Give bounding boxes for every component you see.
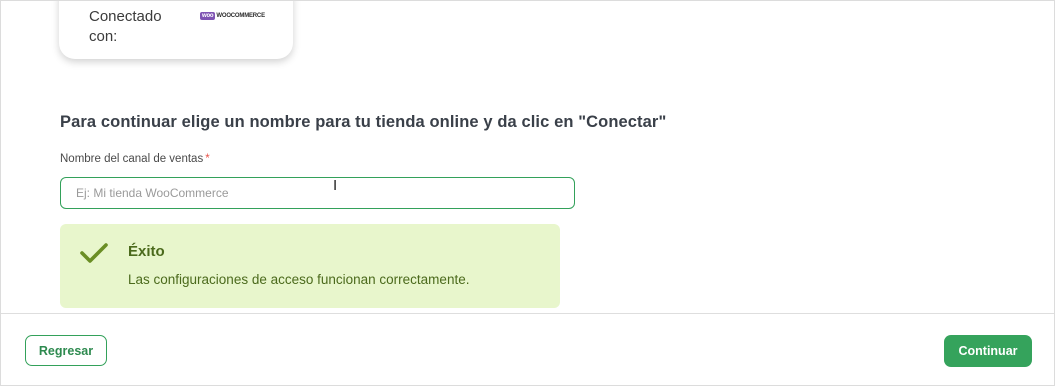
connection-card: Conectado con: woo WOOCOMMERCE	[59, 1, 293, 59]
continue-button[interactable]: Continuar	[944, 335, 1032, 367]
footer-bar: Regresar Continuar	[1, 313, 1054, 385]
woo-logo-text: WOOCOMMERCE	[216, 12, 265, 19]
channel-name-label: Nombre del canal de ventas *	[60, 153, 210, 165]
success-title: Éxito	[128, 243, 165, 260]
success-alert: Éxito Las configuraciones de acceso func…	[60, 224, 560, 308]
page-frame: Conectado con: woo WOOCOMMERCE Para cont…	[0, 0, 1055, 386]
required-mark: *	[205, 153, 210, 165]
channel-name-label-text: Nombre del canal de ventas	[60, 153, 204, 165]
text-cursor-icon: I	[333, 177, 338, 194]
connected-with-label: Conectado con:	[89, 8, 162, 45]
back-button[interactable]: Regresar	[25, 335, 107, 366]
success-message: Las configuraciones de acceso funcionan …	[128, 272, 470, 287]
woocommerce-logo: woo WOOCOMMERCE	[200, 11, 265, 20]
channel-name-input[interactable]	[60, 177, 575, 209]
instruction-heading: Para continuar elige un nombre para tu t…	[60, 113, 667, 131]
woo-logo-bubble: woo	[200, 11, 216, 20]
check-icon	[80, 243, 108, 263]
